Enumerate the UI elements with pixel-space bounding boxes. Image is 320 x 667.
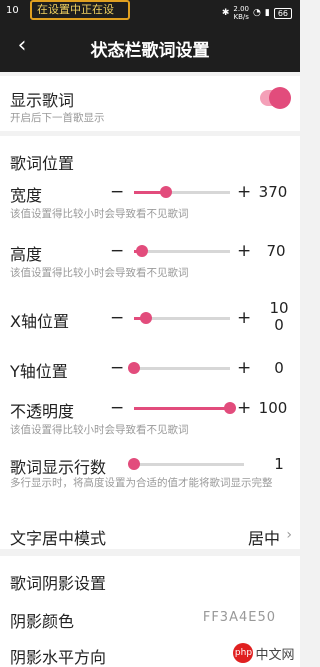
signal-icon: ▮ xyxy=(264,8,270,18)
x-position-slider-thumb[interactable] xyxy=(140,312,152,324)
lyric-lines-label: 歌词显示行数 xyxy=(10,458,107,477)
width-slider-thumb[interactable] xyxy=(160,186,172,198)
lyric-position-card: 歌词位置 宽度 − + 370 该值设置得比较小时会导致看不见歌词 高度 − +… xyxy=(0,136,300,549)
watermark-logo: php 中文网 xyxy=(228,639,300,667)
lyric-lines-slider[interactable] xyxy=(128,458,244,470)
y-position-decrease-button[interactable]: − xyxy=(110,358,124,378)
status-bar: 10 在设置中正在设 ✱ 2.00 KB/s ◔ ▮ 66 xyxy=(0,0,300,22)
page-title: 状态栏歌词设置 xyxy=(90,41,210,61)
y-position-label: Y轴位置 xyxy=(10,362,68,381)
section-title-position: 歌词位置 xyxy=(10,154,75,173)
watermark-text: 中文网 xyxy=(255,647,295,663)
y-position-slider[interactable] xyxy=(128,362,230,374)
y-position-value: 0 xyxy=(274,359,284,377)
shadow-color-label: 阴影颜色 xyxy=(10,612,75,631)
display-lyrics-label: 显示歌词 xyxy=(10,91,75,110)
opacity-slider-thumb[interactable] xyxy=(224,402,236,414)
x-position-decrease-button[interactable]: − xyxy=(110,308,124,328)
x-position-label: X轴位置 xyxy=(10,312,69,331)
lyric-lines-slider-thumb[interactable] xyxy=(128,458,140,470)
opacity-hint: 该值设置得比较小时会导致看不见歌词 xyxy=(10,424,189,436)
height-increase-button[interactable]: + xyxy=(237,241,251,261)
height-slider[interactable] xyxy=(134,245,230,257)
center-mode-value: 居中 xyxy=(247,529,280,548)
width-increase-button[interactable]: + xyxy=(237,182,251,202)
y-position-slider-thumb[interactable] xyxy=(128,362,140,374)
wifi-icon: ◔ xyxy=(253,8,261,18)
y-position-increase-button[interactable]: + xyxy=(237,358,251,378)
chevron-right-icon: › xyxy=(286,527,292,543)
width-label: 宽度 xyxy=(10,186,43,205)
bluetooth-icon: ✱ xyxy=(221,8,230,18)
status-lyric-ticker: 在设置中正在设 xyxy=(30,0,130,20)
opacity-slider-fill xyxy=(134,407,230,410)
x-position-value: 100 xyxy=(269,299,289,334)
width-slider[interactable] xyxy=(134,186,230,198)
opacity-slider[interactable] xyxy=(134,402,236,414)
width-hint: 该值设置得比较小时会导致看不见歌词 xyxy=(10,208,189,220)
lyric-lines-hint: 多行显示时，将高度设置为合适的值才能将歌词显示完整 xyxy=(10,477,273,489)
opacity-increase-button[interactable]: + xyxy=(237,398,251,418)
height-slider-thumb[interactable] xyxy=(136,245,148,257)
opacity-value: 100 xyxy=(258,399,288,417)
shadow-color-value: FF3A4E50 xyxy=(202,610,276,625)
toggle-knob xyxy=(269,87,291,109)
height-hint: 该值设置得比较小时会导致看不见歌词 xyxy=(10,267,189,279)
height-value: 70 xyxy=(266,242,286,260)
network-speed: 2.00 KB/s xyxy=(233,5,249,21)
display-lyrics-card: 显示歌词 开启后下一首歌显示 xyxy=(0,76,300,131)
width-value: 370 xyxy=(258,183,288,201)
lyric-lines-value: 1 xyxy=(274,455,284,473)
php-logo-badge: php xyxy=(233,643,254,663)
section-title-shadow: 歌词阴影设置 xyxy=(10,574,107,593)
width-decrease-button[interactable]: − xyxy=(110,182,124,202)
opacity-decrease-button[interactable]: − xyxy=(110,398,124,418)
app-bar: ‹ 状态栏歌词设置 xyxy=(0,22,300,72)
height-label: 高度 xyxy=(10,245,43,264)
display-lyrics-toggle[interactable] xyxy=(260,87,291,109)
shadow-horizontal-label: 阴影水平方向 xyxy=(10,648,107,667)
battery-icon: 66 xyxy=(273,7,292,19)
clock: 10 xyxy=(6,5,19,16)
opacity-label: 不透明度 xyxy=(10,402,75,421)
height-decrease-button[interactable]: − xyxy=(110,241,124,261)
x-position-increase-button[interactable]: + xyxy=(237,308,251,328)
x-position-slider[interactable] xyxy=(134,312,230,324)
display-lyrics-subtitle: 开启后下一首歌显示 xyxy=(10,112,105,124)
system-icons: ✱ 2.00 KB/s ◔ ▮ 66 xyxy=(222,5,292,21)
center-mode-label: 文字居中模式 xyxy=(10,529,107,548)
